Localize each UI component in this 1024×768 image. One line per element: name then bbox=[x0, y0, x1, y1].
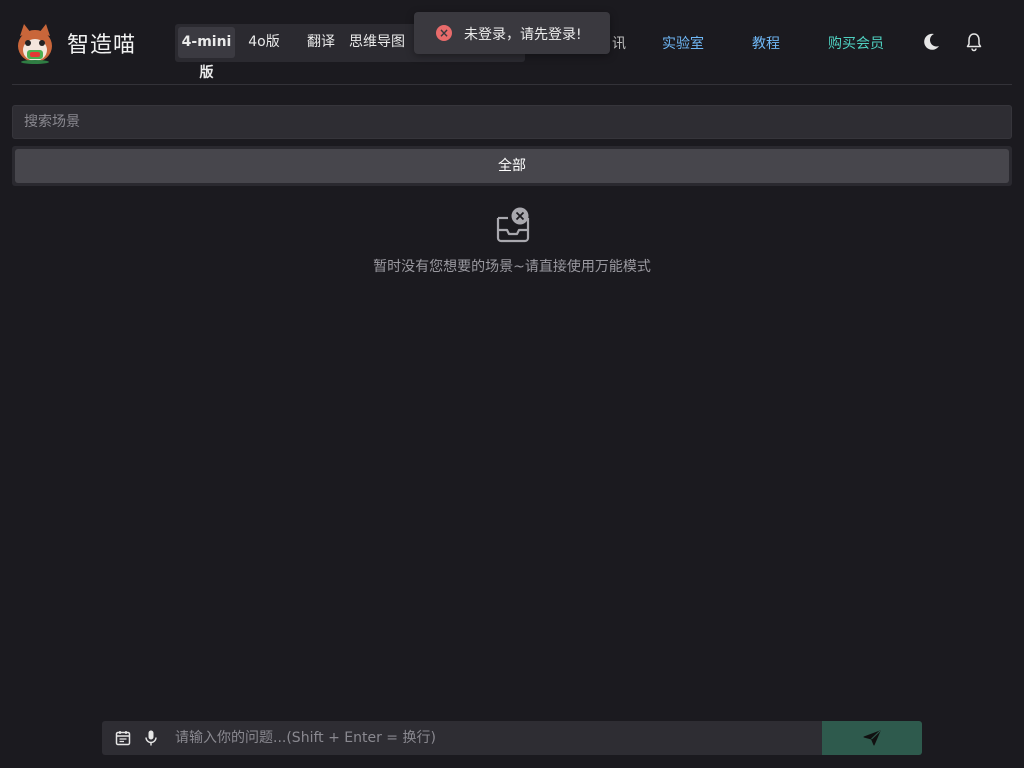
nav-lab-link[interactable]: 实验室 bbox=[662, 33, 704, 53]
send-button[interactable] bbox=[822, 721, 922, 755]
nav-buy-membership-link[interactable]: 购买会员 bbox=[828, 33, 884, 53]
tab-4o[interactable]: 4o版 bbox=[241, 27, 287, 58]
error-toast: × 未登录，请先登录! bbox=[414, 12, 610, 54]
theme-moon-icon[interactable] bbox=[920, 31, 942, 53]
brand-name: 智造喵 bbox=[67, 33, 137, 58]
send-icon bbox=[863, 730, 881, 746]
toast-message: 未登录，请先登录! bbox=[464, 27, 582, 43]
tab-translate[interactable]: 翻译 bbox=[301, 27, 341, 58]
error-circle-icon: × bbox=[436, 25, 452, 41]
tab-mindmap[interactable]: 思维导图 bbox=[345, 27, 409, 58]
category-all-button[interactable]: 全部 bbox=[15, 149, 1009, 183]
composer-bar bbox=[102, 721, 822, 755]
calendar-icon[interactable] bbox=[114, 729, 132, 747]
scene-search-input[interactable] bbox=[12, 105, 1012, 139]
app-root: 智造喵 4-mini版 4o版 翻译 思维导图 讯 实验室 教程 购买会员 × … bbox=[0, 0, 1024, 768]
microphone-icon[interactable] bbox=[142, 729, 160, 747]
empty-inbox-icon bbox=[496, 207, 530, 243]
tab-4-mini[interactable]: 4-mini版 bbox=[178, 27, 235, 81]
notification-bell-icon[interactable] bbox=[963, 31, 985, 53]
nav-tutorial-link[interactable]: 教程 bbox=[752, 33, 780, 53]
partial-nav-text: 讯 bbox=[612, 36, 626, 52]
question-input[interactable] bbox=[166, 721, 816, 755]
logo-cat-icon[interactable] bbox=[15, 22, 55, 64]
empty-state-message: 暂时没有您想要的场景~请直接使用万能模式 bbox=[373, 259, 651, 275]
category-bar: 全部 bbox=[12, 146, 1012, 186]
